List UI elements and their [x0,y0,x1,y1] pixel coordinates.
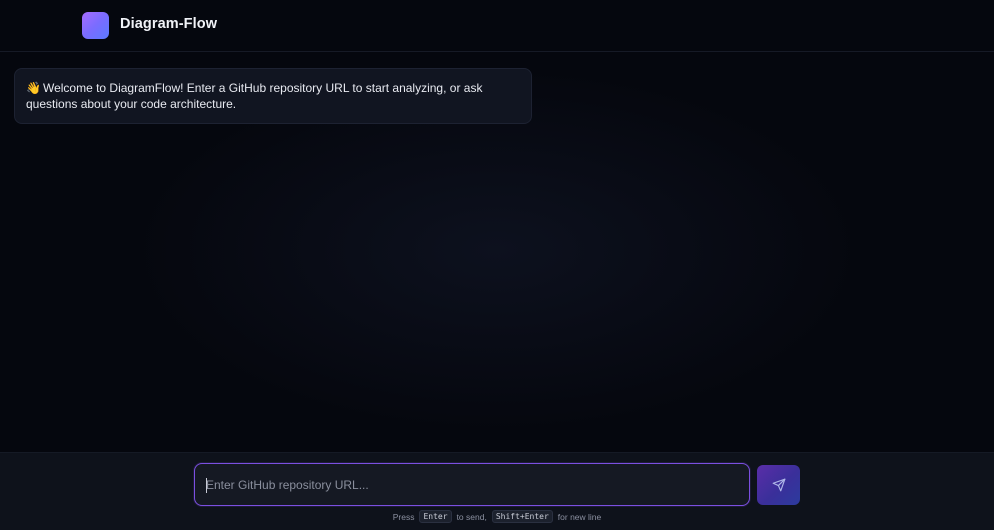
chat-area: 👋 Welcome to DiagramFlow! Enter a GitHub … [0,53,994,452]
enter-key-badge: Enter [419,510,452,523]
welcome-message-text: Welcome to DiagramFlow! Enter a GitHub r… [26,81,483,111]
app-logo [82,12,109,39]
hint-new-line: for new line [557,511,602,522]
paper-plane-icon [772,478,785,492]
composer-footer: Press Enter to send, Shift+Enter for new… [0,452,994,530]
shift-enter-key-badge: Shift+Enter [491,510,553,523]
send-button[interactable] [757,465,800,505]
app-title: Diagram-Flow [120,16,218,32]
hint-press: Press [392,511,415,522]
url-input-container[interactable] [194,463,750,506]
welcome-message: 👋 Welcome to DiagramFlow! Enter a GitHub … [14,68,532,124]
repo-url-input[interactable] [195,464,749,505]
waving-hand-icon: 👋 [26,81,41,95]
text-caret [206,478,207,493]
keyboard-hint: Press Enter to send, Shift+Enter for new… [0,510,994,523]
app-root: Diagram-Flow 👋 Welcome to DiagramFlow! En… [0,0,994,530]
hint-to-send: to send, [456,511,487,522]
top-header: Diagram-Flow [0,0,994,52]
